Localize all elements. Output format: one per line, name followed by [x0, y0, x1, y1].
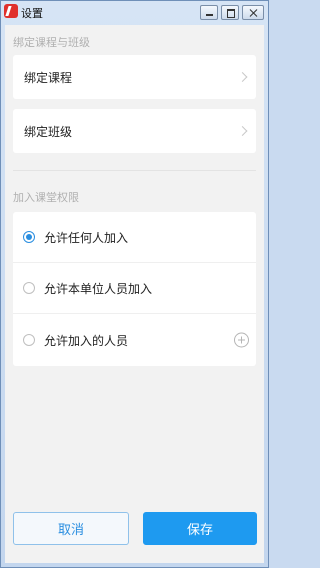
section-divider	[13, 170, 256, 171]
permission-option-unit[interactable]: 允许本单位人员加入	[13, 263, 256, 314]
window-title: 设置	[21, 7, 43, 20]
close-icon[interactable]	[242, 5, 264, 20]
bind-course-label: 绑定课程	[24, 70, 73, 85]
permission-option-anyone[interactable]: 允许任何人加入	[13, 212, 256, 263]
section-label-permission: 加入课堂权限	[13, 191, 79, 204]
cancel-button[interactable]: 取消	[13, 512, 129, 545]
radio-unselected-icon[interactable]	[23, 282, 35, 294]
maximize-icon[interactable]	[221, 5, 239, 20]
section-label-bind: 绑定课程与班级	[13, 36, 90, 49]
settings-panel: 绑定课程与班级 绑定课程 绑定班级 加入课堂权限 允许任何人加入 允许本单位人员…	[5, 25, 264, 563]
permission-card: 允许任何人加入 允许本单位人员加入 允许加入的人员	[13, 212, 256, 366]
app-logo-icon	[4, 4, 18, 18]
bind-class-label: 绑定班级	[24, 124, 73, 139]
chevron-right-icon	[237, 72, 248, 82]
permission-option-label: 允许本单位人员加入	[44, 281, 153, 296]
permission-option-label: 允许加入的人员	[44, 333, 129, 348]
minimize-icon[interactable]	[200, 5, 218, 20]
bind-course-item[interactable]: 绑定课程	[13, 55, 256, 99]
bind-class-item[interactable]: 绑定班级	[13, 109, 256, 153]
permission-option-allowed[interactable]: 允许加入的人员	[13, 314, 256, 366]
add-circle-icon[interactable]	[234, 332, 249, 348]
settings-window: 设置 绑定课程与班级 绑定课程 绑定班级 加入课堂权限 允许任何人加入 允许本单…	[0, 0, 269, 568]
radio-selected-icon[interactable]	[23, 231, 35, 243]
permission-option-label: 允许任何人加入	[44, 230, 129, 245]
save-button[interactable]: 保存	[143, 512, 257, 545]
radio-unselected-icon[interactable]	[23, 334, 35, 346]
chevron-right-icon	[237, 126, 248, 136]
title-bar[interactable]: 设置	[1, 1, 268, 23]
